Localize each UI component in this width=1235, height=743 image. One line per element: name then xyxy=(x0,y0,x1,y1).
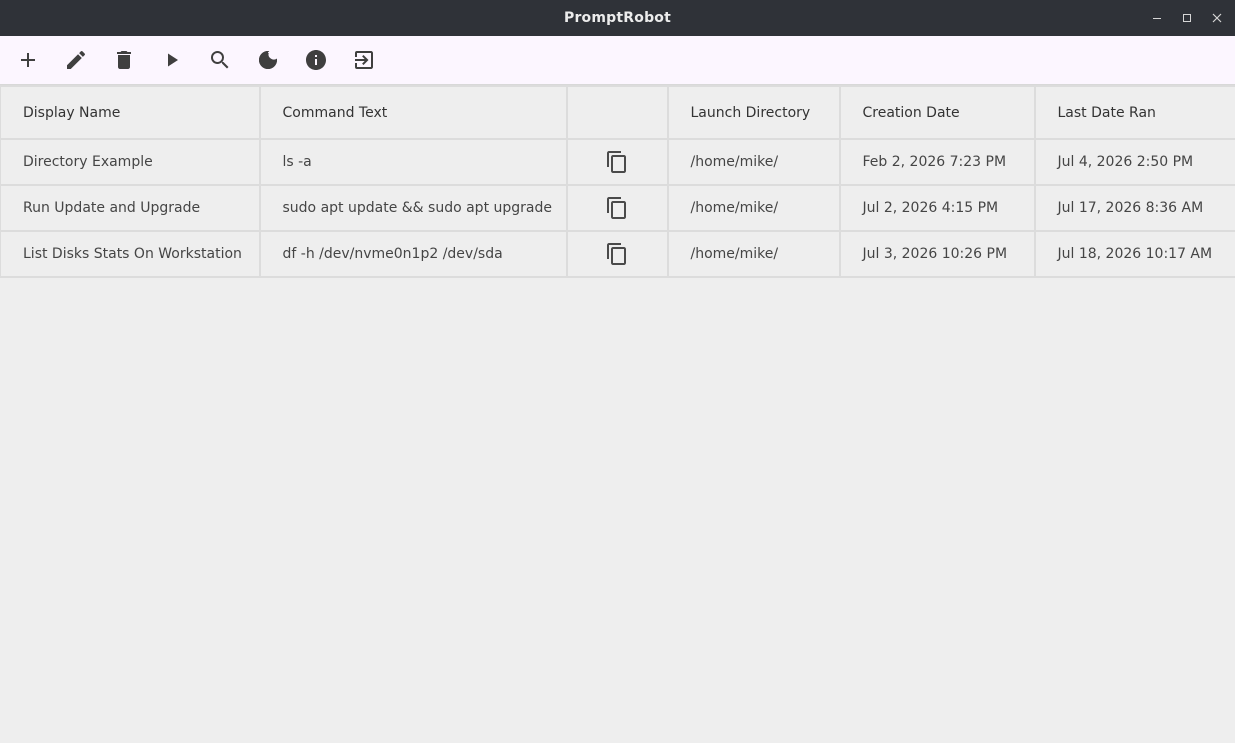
moon-icon xyxy=(259,51,277,69)
copy-icon[interactable] xyxy=(605,196,629,220)
exit-icon xyxy=(355,51,373,69)
search-icon xyxy=(211,51,229,69)
close-button[interactable] xyxy=(1202,0,1232,36)
theme-button[interactable] xyxy=(256,48,280,72)
commands-table: Display Name Command Text Launch Directo… xyxy=(0,85,1235,278)
command-text-cell[interactable]: sudo apt update && sudo apt upgrade xyxy=(258,184,568,232)
copy-cell xyxy=(565,230,669,278)
last-date-ran-cell[interactable]: Jul 17, 2026 8:36 AM xyxy=(1033,184,1235,232)
display-name-cell[interactable]: Directory Example xyxy=(0,138,261,186)
edit-button[interactable] xyxy=(64,48,88,72)
last-date-ran-cell[interactable]: Jul 4, 2026 2:50 PM xyxy=(1033,138,1235,186)
maximize-button[interactable] xyxy=(1172,0,1202,36)
minimize-button[interactable] xyxy=(1142,0,1172,36)
display-name-cell[interactable]: List Disks Stats On Workstation xyxy=(0,230,261,278)
plus-icon xyxy=(21,53,35,67)
run-button[interactable] xyxy=(160,48,184,72)
exit-button[interactable] xyxy=(352,48,376,72)
column-header-display-name[interactable]: Display Name xyxy=(0,85,261,140)
creation-date-cell[interactable]: Feb 2, 2026 7:23 PM xyxy=(838,138,1036,186)
copy-cell xyxy=(565,184,669,232)
table-row[interactable]: Directory Example ls -a /home/mike/ Feb … xyxy=(0,138,1235,186)
column-header-creation-date[interactable]: Creation Date xyxy=(838,85,1036,140)
table-row[interactable]: Run Update and Upgrade sudo apt update &… xyxy=(0,184,1235,232)
copy-cell xyxy=(565,138,669,186)
column-header-last-date-ran[interactable]: Last Date Ran xyxy=(1033,85,1235,140)
trash-icon xyxy=(117,51,131,69)
column-header-command-text[interactable]: Command Text xyxy=(258,85,568,140)
window-title: PromptRobot xyxy=(563,10,671,26)
table-header-row: Display Name Command Text Launch Directo… xyxy=(0,85,1235,140)
column-header-launch-directory[interactable]: Launch Directory xyxy=(666,85,841,140)
search-button[interactable] xyxy=(208,48,232,72)
launch-directory-cell[interactable]: /home/mike/ xyxy=(666,138,841,186)
pencil-icon xyxy=(67,50,86,69)
maximize-icon xyxy=(1183,14,1191,22)
play-icon xyxy=(168,53,178,67)
toolbar xyxy=(0,36,1235,85)
command-text-cell[interactable]: ls -a xyxy=(258,138,568,186)
column-header-copy[interactable] xyxy=(565,85,669,140)
creation-date-cell[interactable]: Jul 2, 2026 4:15 PM xyxy=(838,184,1036,232)
creation-date-cell[interactable]: Jul 3, 2026 10:26 PM xyxy=(838,230,1036,278)
command-text-cell[interactable]: df -h /dev/nvme0n1p2 /dev/sda xyxy=(258,230,568,278)
title-bar: PromptRobot xyxy=(0,0,1235,36)
delete-button[interactable] xyxy=(112,48,136,72)
add-button[interactable] xyxy=(16,48,40,72)
info-button[interactable] xyxy=(304,48,328,72)
info-icon xyxy=(306,50,326,70)
close-icon xyxy=(1212,13,1222,23)
last-date-ran-cell[interactable]: Jul 18, 2026 10:17 AM xyxy=(1033,230,1235,278)
display-name-cell[interactable]: Run Update and Upgrade xyxy=(0,184,261,232)
copy-icon[interactable] xyxy=(605,150,629,174)
launch-directory-cell[interactable]: /home/mike/ xyxy=(666,230,841,278)
copy-icon[interactable] xyxy=(605,242,629,266)
table-row[interactable]: List Disks Stats On Workstation df -h /d… xyxy=(0,230,1235,278)
minimize-icon xyxy=(1153,18,1161,19)
launch-directory-cell[interactable]: /home/mike/ xyxy=(666,184,841,232)
